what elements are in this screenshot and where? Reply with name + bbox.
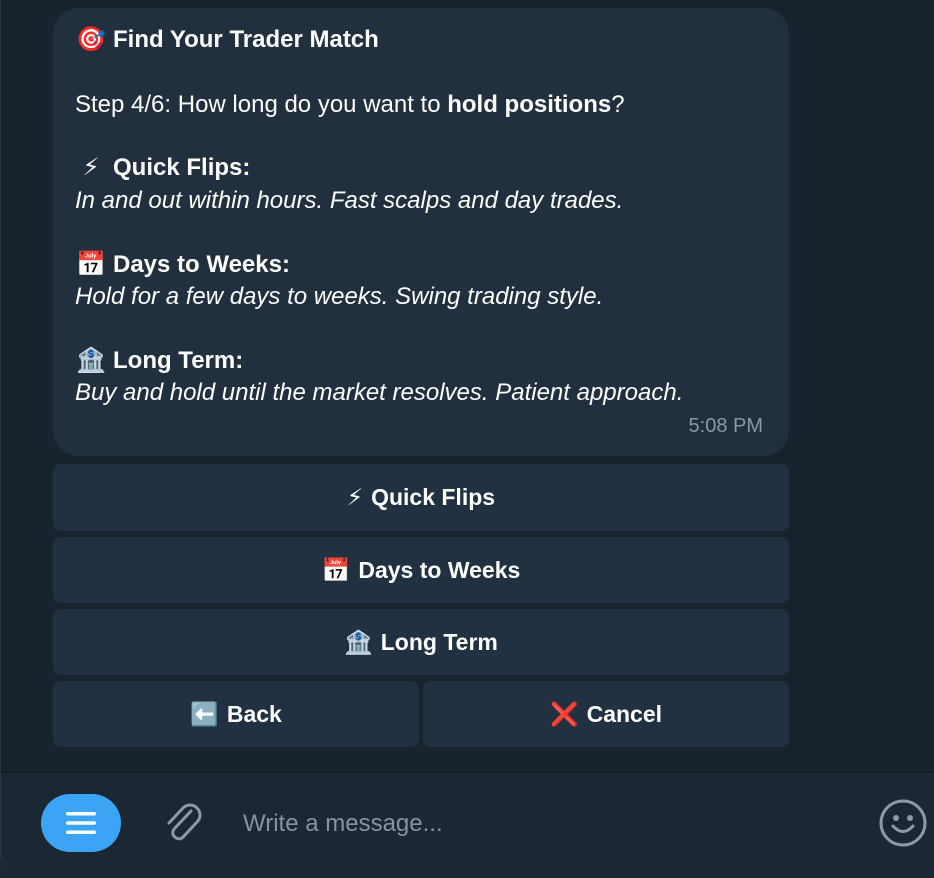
message-list[interactable]: 🎯 Find Your Trader Match Step 4/6: How lo… bbox=[1, 0, 934, 772]
message-title: 🎯 Find Your Trader Match bbox=[76, 26, 379, 53]
cross-mark-icon: ❌ bbox=[549, 700, 579, 727]
message-timestamp: 5:08 PM bbox=[688, 415, 763, 437]
message-input[interactable] bbox=[241, 803, 805, 845]
days-to-weeks-button[interactable]: 📅 Days to Weeks bbox=[53, 537, 789, 603]
lightning-icon: ⚡ bbox=[346, 484, 364, 510]
chat-window: 🎯 Find Your Trader Match Step 4/6: How lo… bbox=[0, 0, 934, 872]
emoji-button[interactable] bbox=[877, 797, 929, 849]
step-text: Step 4/6: How long do you want to hold p… bbox=[75, 91, 625, 118]
option-desc-days-to-weeks: Hold for a few days to weeks. Swing trad… bbox=[75, 283, 604, 310]
option-title-long-term: 🏦 Long Term: bbox=[76, 347, 244, 374]
attach-button[interactable] bbox=[157, 797, 207, 847]
cancel-button[interactable]: ❌ Cancel bbox=[423, 681, 789, 747]
message-bubble: 🎯 Find Your Trader Match Step 4/6: How lo… bbox=[53, 8, 789, 456]
long-term-button[interactable]: 🏦 Long Term bbox=[53, 609, 789, 675]
option-desc-quick-flips: In and out within hours. Fast scalps and… bbox=[75, 187, 624, 214]
calendar-icon: 📅 bbox=[321, 556, 351, 583]
quick-flips-button[interactable]: ⚡ Quick Flips bbox=[53, 464, 789, 531]
option-desc-long-term: Buy and hold until the market resolves. … bbox=[75, 379, 684, 406]
lightning-icon: ⚡ bbox=[82, 154, 100, 181]
smiley-icon bbox=[879, 799, 927, 847]
back-button[interactable]: ⬅️ Back bbox=[53, 681, 419, 747]
back-arrow-icon: ⬅️ bbox=[190, 700, 219, 727]
menu-icon bbox=[66, 812, 96, 834]
calendar-icon: 📅 bbox=[76, 251, 106, 278]
message-composer bbox=[1, 773, 934, 872]
bank-icon: 🏦 bbox=[344, 628, 373, 655]
option-title-days-to-weeks: 📅 Days to Weeks: bbox=[76, 251, 290, 278]
option-title-quick-flips: ⚡ Quick Flips: bbox=[75, 153, 251, 183]
bot-menu-button[interactable] bbox=[41, 794, 121, 852]
bank-icon: 🏦 bbox=[76, 347, 106, 374]
target-icon: 🎯 bbox=[76, 26, 106, 53]
paperclip-icon bbox=[167, 803, 202, 841]
